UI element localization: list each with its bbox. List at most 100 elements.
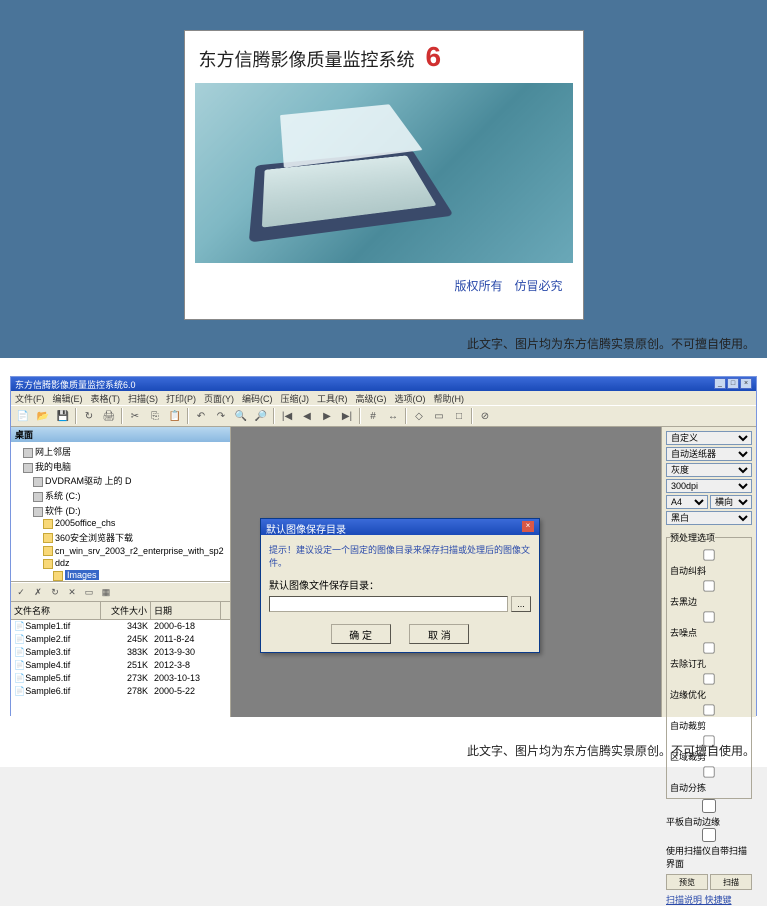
preview-button[interactable]: 预览 xyxy=(666,874,708,890)
col-size[interactable]: 文件大小 xyxy=(101,602,151,619)
tb-open-icon[interactable]: 📂 xyxy=(33,407,53,425)
preprocess-option[interactable]: 去除订孔 xyxy=(670,640,748,671)
ok-button[interactable]: 确 定 xyxy=(331,624,391,644)
tb-first-icon[interactable]: |◀ xyxy=(277,407,297,425)
cancel-button[interactable]: 取 消 xyxy=(409,624,469,644)
tb-prev-icon[interactable]: ◀ xyxy=(297,407,317,425)
preprocess-option[interactable]: 自动分拣 xyxy=(670,764,748,795)
preprocess-option[interactable]: 去噪点 xyxy=(670,609,748,640)
orient-select[interactable]: 横向 xyxy=(710,495,752,509)
table-row[interactable]: 📄Sample4.tif251K2012-3-8 xyxy=(11,659,230,672)
preprocess-option[interactable]: 去黑边 xyxy=(670,578,748,609)
menu-compress[interactable]: 压缩(J) xyxy=(281,392,310,404)
tb-ruler-icon[interactable]: ↔ xyxy=(383,407,403,425)
tb-save-icon[interactable]: 💾 xyxy=(53,407,73,425)
tb-crop-icon[interactable]: ◇ xyxy=(409,407,429,425)
file-list[interactable]: 文件名称 文件大小 日期 📄Sample1.tif343K2000-6-18📄S… xyxy=(11,602,230,717)
tb-rotate-left-icon[interactable]: ↶ xyxy=(191,407,211,425)
tree-header: 桌面 xyxy=(11,427,230,442)
tb-cut-icon[interactable]: ✂ xyxy=(125,407,145,425)
table-row[interactable]: 📄Sample3.tif383K2013-9-30 xyxy=(11,646,230,659)
fb-delete-icon[interactable]: ✕ xyxy=(64,584,80,600)
scan-button[interactable]: 扫描 xyxy=(710,874,752,890)
fb-refresh-icon[interactable]: ↻ xyxy=(47,584,63,600)
tb-stop-icon[interactable]: ⊘ xyxy=(475,407,495,425)
tb-select-icon[interactable]: ▭ xyxy=(429,407,449,425)
preset-select[interactable]: 自定义 xyxy=(666,431,752,445)
fb-view-icon[interactable]: ▭ xyxy=(81,584,97,600)
menu-option[interactable]: 选项(O) xyxy=(395,392,426,404)
computer-icon xyxy=(23,463,33,473)
native-ui-check[interactable]: 使用扫描仪自带扫描界面 xyxy=(666,834,752,869)
tb-refresh-icon[interactable]: ↻ xyxy=(79,407,99,425)
dialog-title: 默认图像保存目录 xyxy=(266,521,346,533)
flatbed-check[interactable]: 平板自动边缘 xyxy=(666,805,752,827)
tb-paste-icon[interactable]: 📋 xyxy=(165,407,185,425)
splash-screen: 东方信腾影像质量监控系统 6 版权所有 仿冒必究 xyxy=(184,30,584,320)
folder-icon xyxy=(53,571,63,581)
help-links[interactable]: 扫描说明 快捷键 xyxy=(666,893,752,906)
table-row[interactable]: 📄Sample5.tif273K2003-10-13 xyxy=(11,672,230,685)
bw-select[interactable]: 黑白 xyxy=(666,511,752,525)
col-name[interactable]: 文件名称 xyxy=(11,602,101,619)
table-row[interactable]: 📄Sample6.tif278K2000-5-22 xyxy=(11,685,230,698)
menu-edit[interactable]: 编辑(E) xyxy=(53,392,83,404)
col-date[interactable]: 日期 xyxy=(151,602,221,619)
browse-button[interactable]: ... xyxy=(511,596,531,612)
tb-last-icon[interactable]: ▶| xyxy=(337,407,357,425)
menu-encode[interactable]: 编码(C) xyxy=(242,392,273,404)
toolbar: 📄 📂 💾 ↻ 🖨 ✂ ⎘ 📋 ↶ ↷ 🔍 🔎 |◀ ◀ ▶ ▶| # ↔ ◇ xyxy=(11,405,756,427)
save-dir-input[interactable] xyxy=(269,596,508,612)
tb-copy-icon[interactable]: ⎘ xyxy=(145,407,165,425)
fb-check-icon[interactable]: ✓ xyxy=(13,584,29,600)
menu-print[interactable]: 打印(P) xyxy=(166,392,196,404)
app-name: 东方信腾影像质量监控系统 xyxy=(199,50,415,70)
fb-grid-icon[interactable]: ▦ xyxy=(98,584,114,600)
tb-zoom-out-icon[interactable]: 🔎 xyxy=(251,407,271,425)
folder-icon xyxy=(43,533,53,543)
table-row[interactable]: 📄Sample2.tif245K2011-8-24 xyxy=(11,633,230,646)
close-button[interactable]: × xyxy=(740,378,752,389)
tb-print-icon[interactable]: 🖨 xyxy=(99,407,119,425)
maximize-button[interactable]: □ xyxy=(727,378,739,389)
copyright-text: 版权所有 仿冒必究 xyxy=(185,263,583,308)
window-title: 东方信腾影像质量监控系统6.0 xyxy=(15,378,136,390)
paper-select[interactable]: A4 xyxy=(666,495,708,509)
menu-help[interactable]: 帮助(H) xyxy=(434,392,465,404)
drive-icon xyxy=(33,477,43,487)
save-dir-dialog: 默认图像保存目录 × 提示！建议设定一个固定的图像目录来保存扫描或处理后的图像文… xyxy=(260,518,540,653)
folder-tree[interactable]: 网上邻居 我的电脑 DVDRAM驱动 上的 D 系统 (C:) 软件 (D:) … xyxy=(11,442,230,582)
menu-table[interactable]: 表格(T) xyxy=(91,392,121,404)
dialog-hint: 提示！建议设定一个固定的图像目录来保存扫描或处理后的图像文件。 xyxy=(269,543,531,569)
tb-view-icon[interactable]: □ xyxy=(449,407,469,425)
file-toolbar: ✓ ✗ ↻ ✕ ▭ ▦ xyxy=(11,582,230,602)
watermark-caption: 此文字、图片均为东方信腾实景原创。不可擅自使用。 xyxy=(467,742,755,759)
tb-grid-icon[interactable]: # xyxy=(363,407,383,425)
preprocess-option[interactable]: 自动裁剪 xyxy=(670,702,748,733)
minimize-button[interactable]: _ xyxy=(714,378,726,389)
color-select[interactable]: 灰度 xyxy=(666,463,752,477)
dialog-close-icon[interactable]: × xyxy=(522,521,534,532)
menu-tool[interactable]: 工具(R) xyxy=(317,392,348,404)
tb-zoom-in-icon[interactable]: 🔍 xyxy=(231,407,251,425)
folder-icon xyxy=(43,559,53,569)
tb-next-icon[interactable]: ▶ xyxy=(317,407,337,425)
table-row[interactable]: 📄Sample1.tif343K2000-6-18 xyxy=(11,620,230,633)
fb-x-icon[interactable]: ✗ xyxy=(30,584,46,600)
tb-rotate-right-icon[interactable]: ↷ xyxy=(211,407,231,425)
preprocess-option[interactable]: 自动纠斜 xyxy=(670,547,748,578)
menu-file[interactable]: 文件(F) xyxy=(15,392,45,404)
menu-advanced[interactable]: 高级(G) xyxy=(356,392,387,404)
drive-icon xyxy=(33,492,43,502)
preprocess-option[interactable]: 边缘优化 xyxy=(670,671,748,702)
splash-title: 东方信腾影像质量监控系统 6 xyxy=(185,31,583,83)
feeder-select[interactable]: 自动送纸器 xyxy=(666,447,752,461)
dpi-select[interactable]: 300dpi xyxy=(666,479,752,493)
folder-icon xyxy=(43,519,53,529)
menu-page[interactable]: 页面(Y) xyxy=(204,392,234,404)
titlebar: 东方信腾影像质量监控系统6.0 _ □ × xyxy=(11,377,756,391)
tb-new-icon[interactable]: 📄 xyxy=(13,407,33,425)
dialog-label: 默认图像文件保存目录： xyxy=(269,577,531,592)
menu-scan[interactable]: 扫描(S) xyxy=(128,392,158,404)
watermark-caption: 此文字、图片均为东方信腾实景原创。不可擅自使用。 xyxy=(467,335,755,352)
